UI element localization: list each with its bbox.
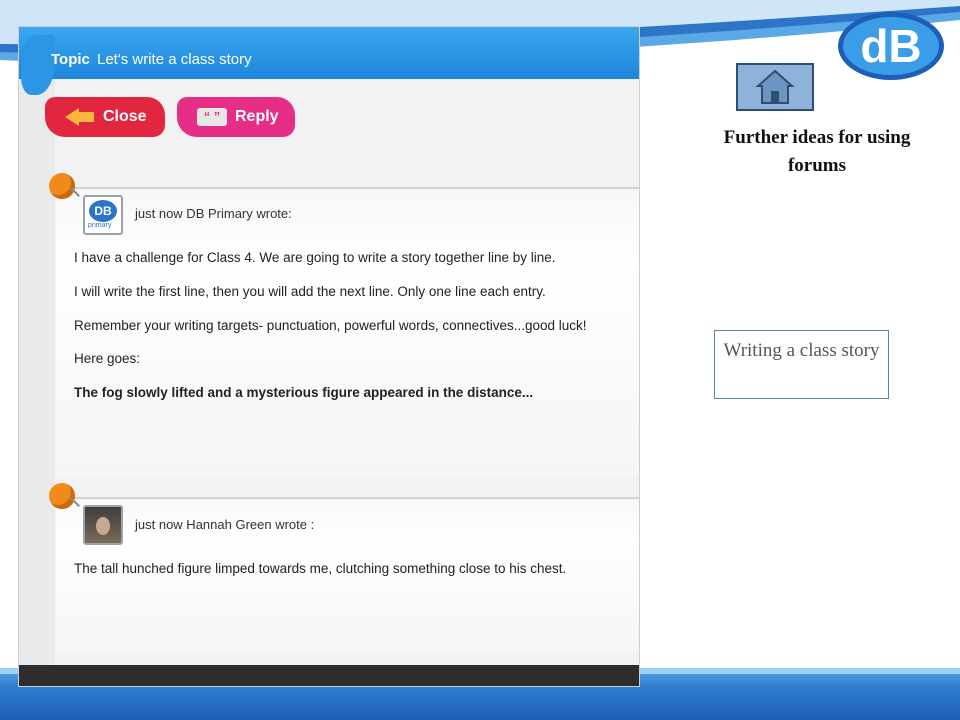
torn-edge-decoration bbox=[19, 665, 639, 686]
post-line: I have a challenge for Class 4. We are g… bbox=[74, 250, 556, 265]
reply-button[interactable]: “ ” Reply bbox=[177, 97, 295, 137]
pushpin-icon bbox=[49, 483, 75, 509]
db-logo: dB bbox=[838, 12, 944, 80]
topic-bar: Topic Let's write a class story bbox=[19, 27, 639, 95]
further-ideas-heading: Further ideas for using forums bbox=[723, 127, 911, 176]
avatar-logo-text: DB bbox=[89, 200, 117, 222]
avatar-photo bbox=[96, 517, 110, 535]
post-line-story: The fog slowly lifted and a mysterious f… bbox=[74, 385, 534, 400]
quote-icon: “ ” bbox=[197, 108, 227, 126]
reply-button-label: Reply bbox=[235, 108, 279, 125]
topic-label: Topic bbox=[51, 51, 90, 68]
writing-class-story-link[interactable]: Writing a class story bbox=[714, 330, 889, 399]
back-arrow-icon bbox=[65, 108, 79, 126]
pushpin-icon bbox=[49, 173, 75, 199]
topic-title: Let's write a class story bbox=[97, 51, 252, 68]
back-arrow-icon-tail bbox=[78, 112, 94, 122]
close-button[interactable]: Close bbox=[45, 97, 165, 137]
forum-panel: Topic Let's write a class story Close “ … bbox=[19, 27, 639, 686]
home-icon bbox=[755, 69, 795, 104]
home-button[interactable] bbox=[736, 63, 814, 111]
avatar-logo-subtext: primary bbox=[88, 222, 112, 229]
post-line: I will write the first line, then you wi… bbox=[74, 284, 546, 299]
post-line: The tall hunched figure limped towards m… bbox=[74, 561, 567, 576]
close-button-label: Close bbox=[103, 108, 147, 125]
avatar[interactable] bbox=[83, 505, 123, 545]
post-line: Remember your writing targets- punctuati… bbox=[74, 318, 587, 333]
avatar[interactable]: DB primary bbox=[83, 195, 123, 235]
post-meta: just now DB Primary wrote: bbox=[135, 206, 292, 221]
post-meta: just now Hannah Green wrote : bbox=[135, 517, 315, 532]
post-line: Here goes: bbox=[74, 351, 141, 366]
logo-text: dB bbox=[860, 20, 921, 72]
